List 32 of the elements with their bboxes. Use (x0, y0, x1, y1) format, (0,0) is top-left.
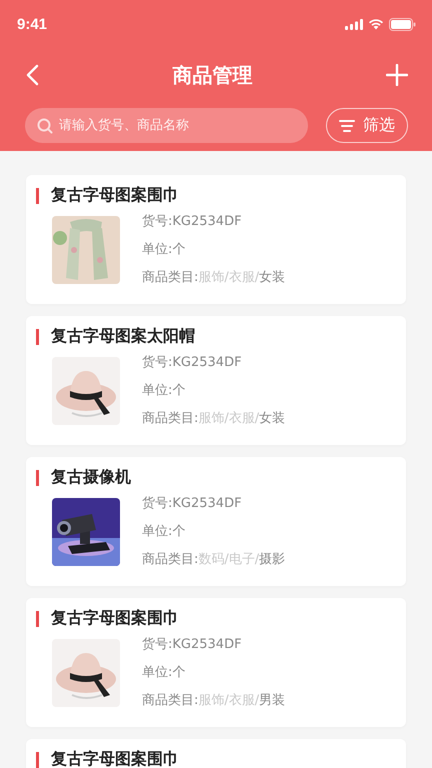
product-card[interactable]: 复古字母图案围巾 (26, 739, 406, 768)
battery-icon (389, 18, 416, 30)
product-sku: 货号:KG2534DF (142, 636, 243, 654)
product-name: 复古字母图案围巾 (51, 185, 179, 206)
product-sku: 货号:KG2534DF (142, 354, 243, 372)
product-unit: 单位:个 (142, 664, 186, 682)
product-name: 复古字母图案围巾 (51, 749, 179, 768)
page-title: 商品管理 (172, 62, 252, 88)
wifi-icon (368, 18, 384, 30)
category-label: 商品类目: (142, 551, 198, 569)
filter-icon (339, 118, 355, 132)
accent-bar (36, 328, 39, 344)
accent-bar (36, 752, 39, 768)
search-icon (37, 118, 53, 134)
product-name: 复古字母图案围巾 (51, 608, 179, 629)
category-label: 商品类目: (142, 269, 198, 287)
product-unit: 单位:个 (142, 382, 186, 400)
signal-icon (345, 18, 363, 30)
accent-bar (36, 610, 39, 626)
category-label: 商品类目: (142, 410, 198, 428)
accent-bar (36, 188, 39, 204)
product-sku: 货号:KG2534DF (142, 495, 243, 513)
product-name: 复古字母图案太阳帽 (51, 326, 195, 347)
add-icon[interactable] (386, 64, 408, 86)
back-icon[interactable] (25, 64, 39, 86)
status-time: 9:41 (17, 16, 48, 32)
product-name: 复古摄像机 (51, 467, 131, 488)
accent-bar (36, 470, 39, 486)
category-label: 商品类目: (142, 692, 198, 710)
product-unit: 单位:个 (142, 523, 186, 541)
product-sku: 货号:KG2534DF (142, 213, 243, 231)
product-unit: 单位:个 (142, 241, 186, 259)
